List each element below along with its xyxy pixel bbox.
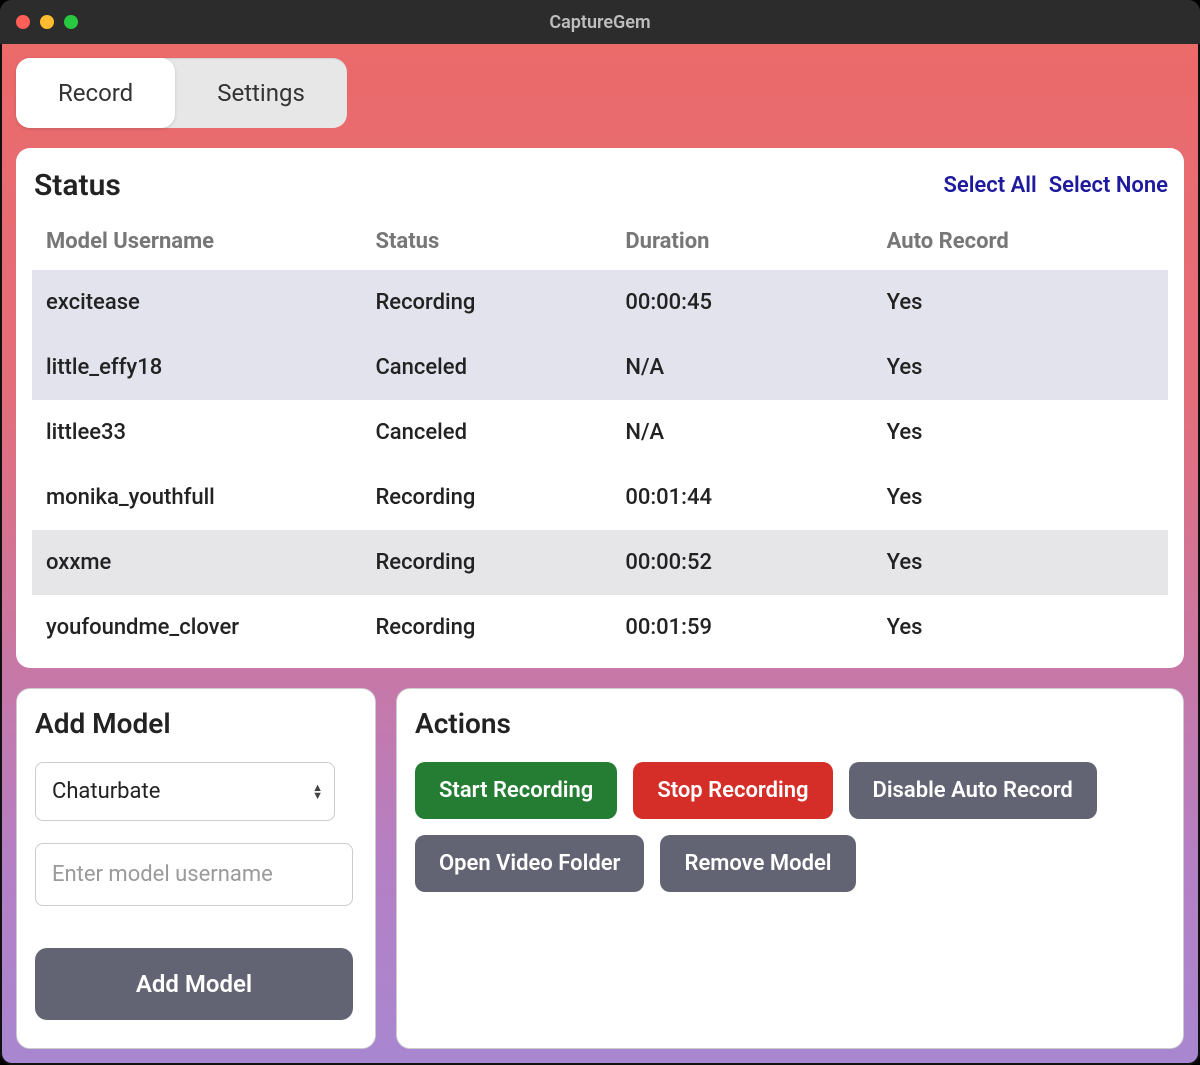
table-row[interactable]: exciteaseRecording00:00:45Yes xyxy=(32,270,1168,335)
close-icon[interactable] xyxy=(16,15,30,29)
status-panel: Status Select All Select None Model User… xyxy=(16,148,1184,668)
bottom-row: Add Model Chaturbate ▲▼ Add Model Action… xyxy=(16,688,1184,1049)
actions-title: Actions xyxy=(415,707,1165,740)
traffic-lights xyxy=(16,15,78,29)
cell-auto_record: Yes xyxy=(873,595,1168,660)
cell-auto_record: Yes xyxy=(873,530,1168,595)
platform-select-wrap: Chaturbate ▲▼ xyxy=(35,762,335,821)
cell-duration: 00:00:52 xyxy=(611,530,872,595)
cell-username: oxxme xyxy=(32,530,361,595)
remove-model-button[interactable]: Remove Model xyxy=(660,835,855,892)
status-panel-header: Status Select All Select None xyxy=(32,168,1168,203)
window-title: CaptureGem xyxy=(549,12,650,33)
col-username: Model Username xyxy=(32,219,361,270)
cell-username: youfoundme_clover xyxy=(32,595,361,660)
tabs: Record Settings xyxy=(16,58,347,128)
select-all-link[interactable]: Select All xyxy=(943,173,1036,198)
cell-status: Recording xyxy=(361,465,611,530)
platform-select[interactable]: Chaturbate xyxy=(35,762,335,821)
cell-duration: 00:00:45 xyxy=(611,270,872,335)
select-none-link[interactable]: Select None xyxy=(1049,173,1168,198)
cell-duration: 00:01:44 xyxy=(611,465,872,530)
cell-duration: N/A xyxy=(611,335,872,400)
cell-username: little_effy18 xyxy=(32,335,361,400)
table-row[interactable]: little_effy18CanceledN/AYes xyxy=(32,335,1168,400)
open-video-folder-button[interactable]: Open Video Folder xyxy=(415,835,644,892)
tab-record[interactable]: Record xyxy=(16,58,175,128)
add-model-card: Add Model Chaturbate ▲▼ Add Model xyxy=(16,688,376,1049)
cell-status: Recording xyxy=(361,270,611,335)
cell-duration: N/A xyxy=(611,400,872,465)
status-table: Model Username Status Duration Auto Reco… xyxy=(32,219,1168,660)
table-row[interactable]: littlee33CanceledN/AYes xyxy=(32,400,1168,465)
cell-auto_record: Yes xyxy=(873,465,1168,530)
table-row[interactable]: youfoundme_cloverRecording00:01:59Yes xyxy=(32,595,1168,660)
actions-card: Actions Start Recording Stop Recording D… xyxy=(396,688,1184,1049)
app-window: CaptureGem Record Settings Status Select… xyxy=(0,0,1200,1065)
titlebar: CaptureGem xyxy=(0,0,1200,44)
cell-username: littlee33 xyxy=(32,400,361,465)
start-recording-button[interactable]: Start Recording xyxy=(415,762,617,819)
col-status: Status xyxy=(361,219,611,270)
status-title: Status xyxy=(34,168,121,203)
model-username-input[interactable] xyxy=(35,843,353,906)
table-row[interactable]: monika_youthfullRecording00:01:44Yes xyxy=(32,465,1168,530)
cell-auto_record: Yes xyxy=(873,400,1168,465)
tab-settings[interactable]: Settings xyxy=(175,58,347,128)
actions-buttons: Start Recording Stop Recording Disable A… xyxy=(415,762,1165,892)
cell-status: Recording xyxy=(361,530,611,595)
col-duration: Duration xyxy=(611,219,872,270)
content: Record Settings Status Select All Select… xyxy=(0,44,1200,1065)
col-auto-record: Auto Record xyxy=(873,219,1168,270)
disable-auto-record-button[interactable]: Disable Auto Record xyxy=(849,762,1097,819)
cell-status: Canceled xyxy=(361,400,611,465)
maximize-icon[interactable] xyxy=(64,15,78,29)
header-links: Select All Select None xyxy=(943,173,1168,198)
add-model-title: Add Model xyxy=(35,707,357,740)
table-row[interactable]: oxxmeRecording00:00:52Yes xyxy=(32,530,1168,595)
cell-status: Canceled xyxy=(361,335,611,400)
cell-auto_record: Yes xyxy=(873,335,1168,400)
stop-recording-button[interactable]: Stop Recording xyxy=(633,762,832,819)
minimize-icon[interactable] xyxy=(40,15,54,29)
add-model-button[interactable]: Add Model xyxy=(35,948,353,1020)
cell-auto_record: Yes xyxy=(873,270,1168,335)
cell-username: excitease xyxy=(32,270,361,335)
cell-duration: 00:01:59 xyxy=(611,595,872,660)
cell-username: monika_youthfull xyxy=(32,465,361,530)
cell-status: Recording xyxy=(361,595,611,660)
